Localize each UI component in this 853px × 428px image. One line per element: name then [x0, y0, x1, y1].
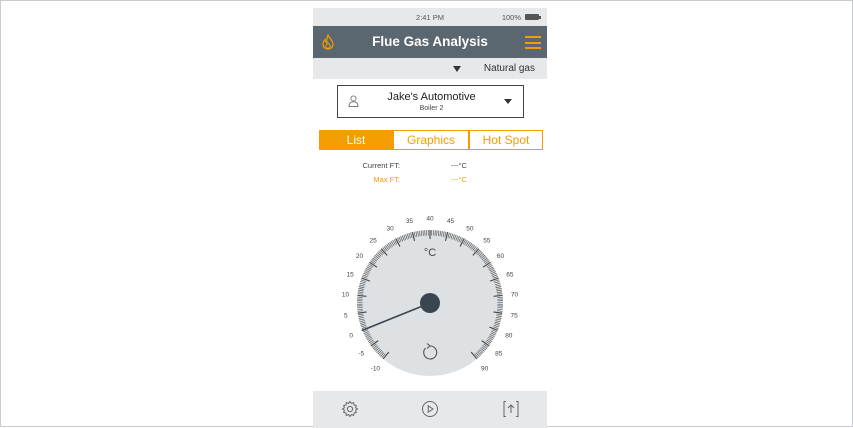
fuel-value: Natural gas [484, 63, 535, 74]
view-tabs: List Graphics Hot Spot [319, 130, 543, 150]
app-header: Flue Gas Analysis [313, 26, 547, 58]
battery-icon [525, 14, 539, 20]
gauge-tick-label: 75 [511, 312, 519, 319]
tab-hot-spot[interactable]: Hot Spot [469, 130, 543, 150]
gauge-tick-label: 40 [426, 216, 434, 223]
screen-frame: 2:41 PM 100% Flue Gas Analysis Natural g… [0, 0, 853, 427]
chevron-down-icon [504, 99, 512, 104]
gauge-tick-label: 30 [386, 225, 394, 232]
current-ft-value: ---°C [451, 161, 467, 170]
gauge-tick-label: -5 [358, 350, 364, 357]
play-icon[interactable] [421, 400, 439, 418]
page-title: Flue Gas Analysis [313, 34, 547, 49]
temperature-gauge: -10 -5 0 5 10 15 20 25 30 35 40 45 50 55 60 65 70 75 80 85 9… [333, 200, 527, 382]
gauge-tick-label: 80 [505, 332, 513, 339]
gauge-tick-label: 25 [370, 237, 378, 244]
current-ft-label: Current FT: [362, 161, 400, 170]
gauge-tick-label: 85 [495, 350, 503, 357]
gauge-tick-label: 10 [342, 292, 350, 299]
gauge-tick-label: 65 [506, 271, 514, 278]
triangle-down-icon [453, 66, 461, 72]
readings: Current FT: ---°C Max FT: ---°C [313, 161, 547, 189]
max-ft-label: Max FT: [373, 175, 400, 184]
gauge-tick-label: 50 [466, 225, 474, 232]
gauge-tick-label: 60 [497, 253, 505, 260]
fuel-selector[interactable]: Natural gas [313, 58, 547, 79]
gauge-tick-label: 15 [347, 271, 355, 278]
customer-dropdown[interactable]: Jake's Automotive Boiler 2 [337, 85, 524, 118]
battery-level: 100% [502, 13, 521, 22]
gauge-tick-label: 90 [481, 366, 489, 373]
gauge-tick-label: 5 [344, 312, 348, 319]
status-bar: 2:41 PM 100% [313, 8, 547, 26]
gauge-tick-label: -10 [371, 366, 381, 373]
gauge-tick-label: 0 [349, 332, 353, 339]
tab-list[interactable]: List [319, 130, 393, 150]
gauge-unit: °C [424, 247, 436, 259]
gauge-tick-label: 35 [406, 218, 414, 225]
settings-icon[interactable] [341, 400, 359, 418]
customer-location: Boiler 2 [338, 105, 525, 112]
gauge-tick-label: 70 [511, 292, 519, 299]
customer-name: Jake's Automotive [338, 91, 525, 103]
gauge-tick-label: 45 [447, 218, 455, 225]
gauge-tick-label: 20 [356, 253, 364, 260]
export-icon[interactable] [502, 400, 520, 418]
gauge-hub [420, 293, 440, 313]
menu-icon[interactable] [525, 36, 541, 50]
phone-screen: 2:41 PM 100% Flue Gas Analysis Natural g… [313, 8, 547, 428]
max-ft-value: ---°C [451, 175, 467, 184]
bottom-toolbar [313, 391, 547, 428]
tab-graphics[interactable]: Graphics [393, 130, 469, 150]
gauge-tick-label: 55 [483, 237, 491, 244]
